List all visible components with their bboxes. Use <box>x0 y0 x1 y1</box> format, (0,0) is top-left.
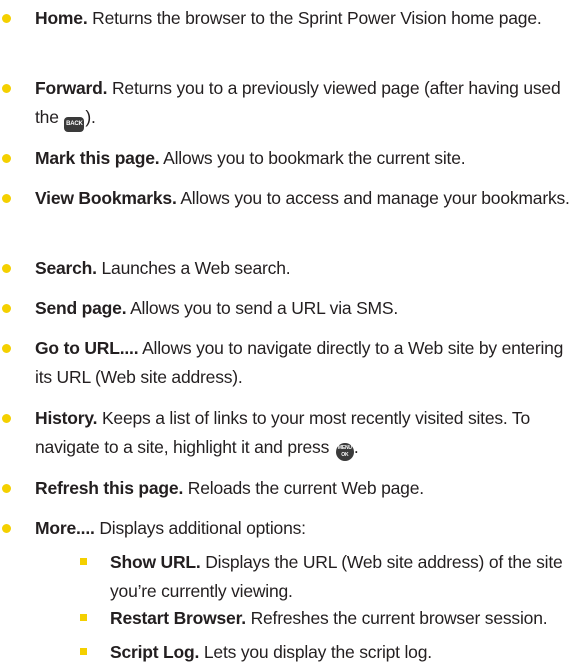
menu-ok-key-icon: MENU OK <box>335 443 354 461</box>
bullet-dot <box>2 14 11 23</box>
item-description: Allows you to bookmark the current site. <box>163 148 466 168</box>
bullet-dot <box>2 484 11 493</box>
sub-item-title: Restart Browser. <box>110 608 246 628</box>
item-description: Launches a Web search. <box>101 258 291 278</box>
item-description: Returns you to a previously viewed page … <box>35 78 561 127</box>
back-key-icon: BACK <box>64 117 85 132</box>
item-description-end: ). <box>85 107 96 127</box>
bullet-dot <box>2 304 11 313</box>
square-bullet <box>80 648 87 655</box>
item-title: More.... <box>35 518 95 538</box>
item-title: Go to URL.... <box>35 338 139 358</box>
bullet-dot <box>2 414 11 423</box>
item-description: Reloads the current Web page. <box>187 478 424 498</box>
item-title: Forward. <box>35 78 108 98</box>
item-description-end: . <box>353 437 359 457</box>
item-description: Displays additional options: <box>99 518 306 538</box>
sub-item-title: Show URL. <box>110 552 201 572</box>
item-description: Allows you to access and manage your boo… <box>180 188 570 208</box>
bullet-dot <box>2 84 11 93</box>
browser-menu-options-page: Home. Returns the browser to the Sprint … <box>0 0 588 666</box>
item-title: Home. <box>35 8 88 28</box>
bullet-dot <box>2 154 11 163</box>
item-description: Returns the browser to the Sprint Power … <box>92 8 542 28</box>
bullet-dot <box>2 264 11 273</box>
item-description: Allows you to send a URL via SMS. <box>130 298 399 318</box>
sub-item-title: Script Log. <box>110 642 200 662</box>
item-description: Keeps a list of links to your most recen… <box>35 408 531 457</box>
sub-item-description: Lets you display the script log. <box>203 642 432 662</box>
item-title: Refresh this page. <box>35 478 184 498</box>
item-title: Mark this page. <box>35 148 160 168</box>
item-title: History. <box>35 408 98 428</box>
bullet-dot <box>2 344 11 353</box>
item-title: Search. <box>35 258 97 278</box>
square-bullet <box>80 558 87 565</box>
bullet-dot <box>2 194 11 203</box>
bullet-dot <box>2 524 11 533</box>
item-title: Send page. <box>35 298 127 318</box>
square-bullet <box>80 614 87 621</box>
item-title: View Bookmarks. <box>35 188 177 208</box>
sub-item-description: Refreshes the current browser session. <box>250 608 548 628</box>
